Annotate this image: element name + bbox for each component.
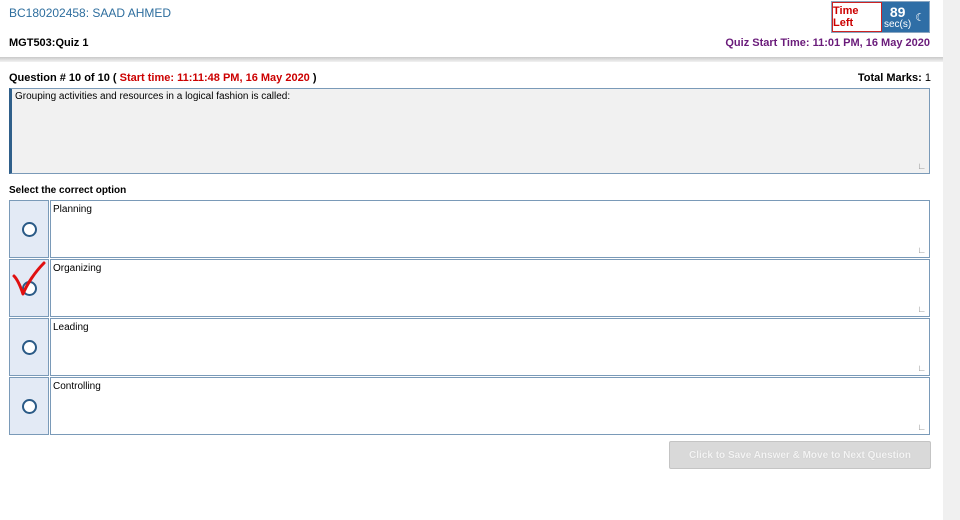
option-radio-cell[interactable] — [9, 200, 49, 258]
resize-grip-icon[interactable]: ∟ — [917, 245, 926, 255]
course-title: MGT503:Quiz 1 — [9, 37, 89, 49]
radio-button[interactable] — [21, 221, 37, 237]
header-divider — [0, 57, 943, 62]
quiz-start-time: Quiz Start Time: 11:01 PM, 16 May 2020 — [725, 37, 930, 49]
total-marks: Total Marks: 1 — [858, 72, 931, 84]
timer-unit: sec(s) — [884, 18, 912, 30]
option-row[interactable]: Organizing ∟ — [9, 259, 930, 317]
resize-grip-icon[interactable]: ∟ — [917, 422, 926, 432]
option-row[interactable]: Leading ∟ — [9, 318, 930, 376]
total-marks-value: 1 — [924, 72, 931, 84]
option-radio-cell[interactable] — [9, 318, 49, 376]
question-number: Question # 10 of 10 ( — [9, 72, 120, 84]
option-text-box: Leading ∟ — [50, 318, 930, 376]
option-radio-cell[interactable] — [9, 259, 49, 317]
checkmark-icon — [12, 261, 46, 296]
timer-display: 89 sec(s) ☾ — [882, 2, 929, 32]
radio-button[interactable] — [21, 339, 37, 355]
option-label: Leading — [53, 322, 89, 333]
question-start-time: Start time: 11:11:48 PM, 16 May 2020 — [119, 72, 310, 84]
option-row[interactable]: Controlling ∟ — [9, 377, 930, 435]
option-label: Organizing — [53, 263, 102, 274]
question-text-box: Grouping activities and resources in a l… — [9, 88, 930, 174]
time-left-widget: Time Left 89 sec(s) ☾ — [831, 1, 930, 33]
option-text-box: Organizing ∟ — [50, 259, 930, 317]
student-id: BC180202458: SAAD AHMED — [9, 6, 172, 20]
resize-grip-icon[interactable]: ∟ — [917, 304, 926, 314]
timer-seconds: 89 — [889, 3, 906, 20]
option-label: Controlling — [53, 381, 101, 392]
option-row[interactable]: Planning ∟ — [9, 200, 930, 258]
option-label: Planning — [53, 204, 92, 215]
option-text-box: Controlling ∟ — [50, 377, 930, 435]
time-left-label: Time Left — [832, 2, 882, 32]
option-radio-cell[interactable] — [9, 377, 49, 435]
question-header-close: ) — [309, 72, 317, 84]
select-option-label: Select the correct option — [9, 185, 127, 196]
moon-icon: ☾ — [915, 11, 926, 24]
resize-grip-icon[interactable]: ∟ — [917, 363, 926, 373]
save-and-next-button[interactable]: Click to Save Answer & Move to Next Ques… — [669, 441, 931, 469]
question-header: Question # 10 of 10 ( Start time: 11:11:… — [9, 72, 317, 84]
radio-button[interactable] — [21, 398, 37, 414]
total-marks-label: Total Marks: — [857, 72, 922, 84]
option-text-box: Planning ∟ — [50, 200, 930, 258]
question-text: Grouping activities and resources in a l… — [15, 91, 291, 102]
resize-grip-icon[interactable]: ∟ — [917, 161, 926, 171]
scrollbar-track[interactable] — [943, 0, 960, 520]
